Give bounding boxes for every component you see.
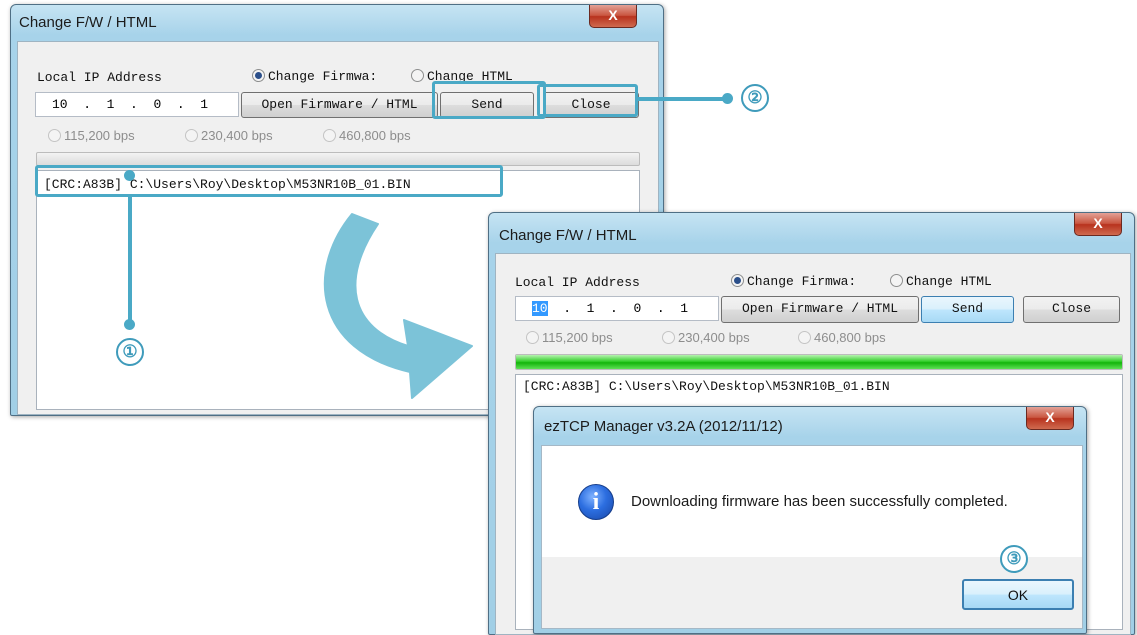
info-dialog: ezTCP Manager v3.2A (2012/11/12) X i Dow… <box>533 406 1087 634</box>
radio-baud-460800[interactable]: 460,800 bps <box>323 128 411 143</box>
callout-dot-1-bottom <box>124 319 135 330</box>
local-ip-label: Local IP Address <box>515 275 640 290</box>
radio-baud-115200[interactable]: 115,200 bps <box>48 128 135 143</box>
callout-dot-2 <box>722 93 733 104</box>
radio-selected-icon <box>731 274 744 287</box>
ip-address-input[interactable]: 10 . 1 . 0 . 1 <box>35 92 239 117</box>
info-icon: i <box>578 484 614 520</box>
progress-bar <box>515 354 1123 370</box>
dialog-message: Downloading firmware has been successful… <box>631 493 1008 510</box>
transition-arrow-icon <box>323 213 473 399</box>
radio-unselected-icon <box>185 129 198 142</box>
dialog-title: ezTCP Manager v3.2A (2012/11/12) <box>544 418 783 435</box>
front-window-titlebar[interactable]: Change F/W / HTML X <box>489 213 1134 247</box>
ip-address-input[interactable]: 10 . 1 . 0 . 1 <box>515 296 719 321</box>
step-marker-3: ③ <box>1000 545 1028 573</box>
radio-unselected-icon <box>411 69 424 82</box>
radio-unselected-icon <box>662 331 675 344</box>
radio-baud-115200[interactable]: 115,200 bps <box>526 330 613 345</box>
highlight-send-button <box>432 81 546 119</box>
radio-baud-460800[interactable]: 460,800 bps <box>798 330 886 345</box>
local-ip-label: Local IP Address <box>37 70 162 85</box>
dialog-titlebar[interactable]: ezTCP Manager v3.2A (2012/11/12) X <box>534 407 1086 441</box>
window-title: Change F/W / HTML <box>499 227 637 244</box>
close-button[interactable]: Close <box>1023 296 1120 323</box>
radio-unselected-icon <box>323 129 336 142</box>
progress-bar <box>36 152 640 166</box>
close-icon[interactable]: X <box>1074 213 1122 236</box>
ok-button[interactable]: OK <box>962 579 1074 610</box>
callout-line-1 <box>128 197 132 323</box>
step-marker-1: ① <box>116 338 144 366</box>
dialog-message-area: i Downloading firmware has been successf… <box>541 445 1083 558</box>
radio-unselected-icon <box>526 331 539 344</box>
step-marker-2: ② <box>741 84 769 112</box>
radio-unselected-icon <box>890 274 903 287</box>
radio-change-firmware[interactable]: Change Firmwa: <box>252 69 377 84</box>
progress-fill <box>516 355 1122 369</box>
radio-change-firmware[interactable]: Change Firmwa: <box>731 274 856 289</box>
radio-baud-230400[interactable]: 230,400 bps <box>662 330 750 345</box>
callout-dot-1-top <box>124 170 135 181</box>
highlight-file-path <box>35 165 503 197</box>
back-window-titlebar[interactable]: Change F/W / HTML X <box>11 5 663 39</box>
radio-unselected-icon <box>48 129 61 142</box>
radio-unselected-icon <box>798 331 811 344</box>
radio-change-html[interactable]: Change HTML <box>890 274 992 289</box>
callout-line-2 <box>638 97 728 101</box>
log-line: [CRC:A83B] C:\Users\Roy\Desktop\M53NR10B… <box>523 379 890 394</box>
close-icon[interactable]: X <box>589 5 637 28</box>
highlight-close-button <box>537 84 638 117</box>
open-firmware-button[interactable]: Open Firmware / HTML <box>721 296 919 323</box>
close-icon[interactable]: X <box>1026 407 1074 430</box>
window-title: Change F/W / HTML <box>19 14 157 31</box>
radio-selected-icon <box>252 69 265 82</box>
radio-baud-230400[interactable]: 230,400 bps <box>185 128 273 143</box>
send-button[interactable]: Send <box>921 296 1014 323</box>
open-firmware-button[interactable]: Open Firmware / HTML <box>241 92 438 118</box>
